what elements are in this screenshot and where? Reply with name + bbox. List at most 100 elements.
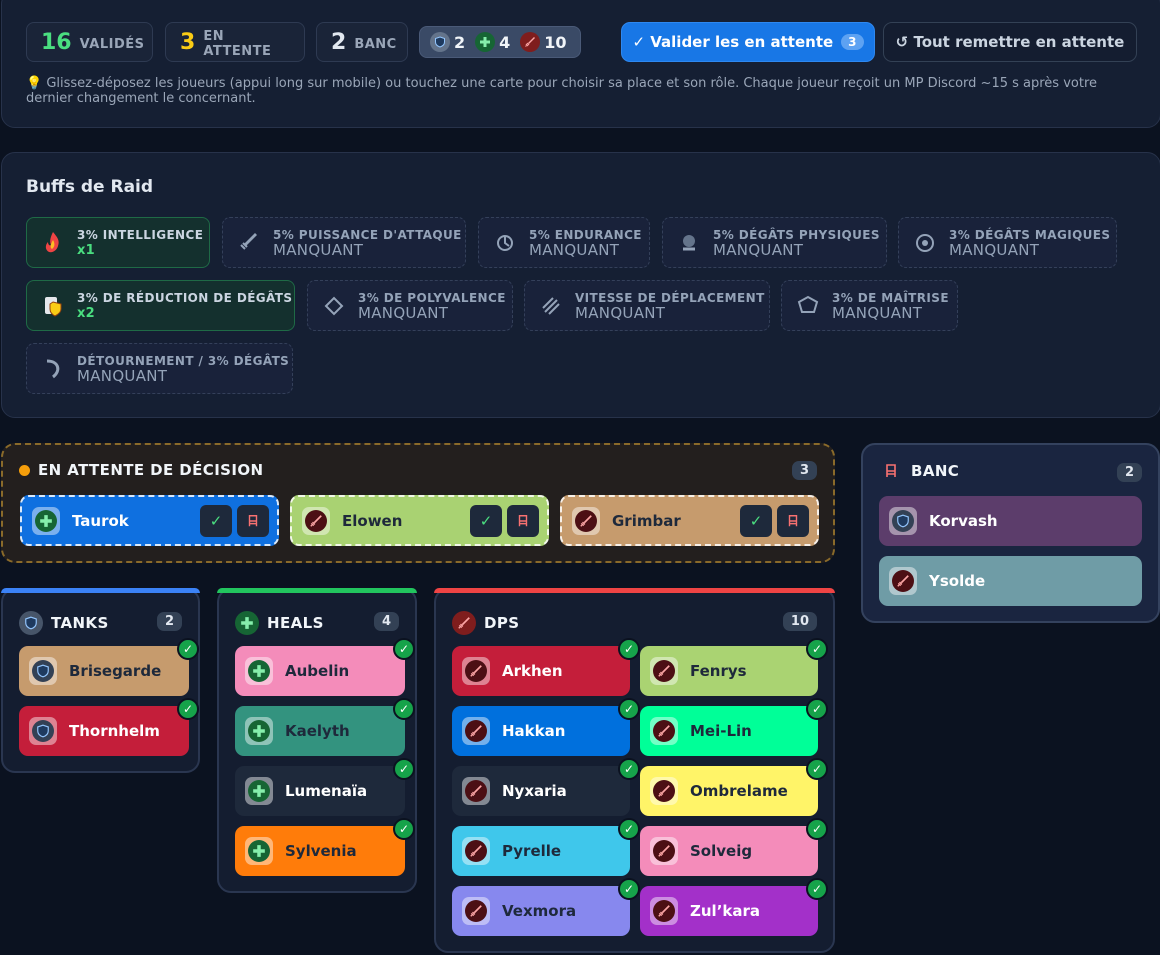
sword-icon: [302, 506, 330, 535]
heals-player-card[interactable]: Sylvenia ✓: [235, 818, 415, 876]
dps-player-card[interactable]: Arkhen ✓: [452, 638, 640, 696]
player-name: Nyxaria: [502, 782, 567, 800]
sword-icon: [650, 777, 678, 805]
pending-player-card[interactable]: Grimbar ✓: [560, 495, 819, 546]
buff-name: 3% DE RÉDUCTION DE DÉGÂTS: [77, 290, 293, 305]
chair-icon: [883, 463, 899, 479]
plus-icon: [245, 717, 273, 745]
dps-player-card[interactable]: Hakkan ✓: [452, 698, 640, 756]
player-name: Hakkan: [502, 722, 566, 740]
mastery-icon: [794, 292, 822, 320]
validated-check-icon: ✓: [618, 818, 640, 840]
heals-player-card[interactable]: Kaelyth ✓: [235, 698, 415, 756]
player-name: Sylvenia: [285, 842, 357, 860]
reset-all-button[interactable]: ↺ Tout remettre en attente: [883, 22, 1137, 62]
bench-title: BANC: [911, 462, 960, 480]
bench-button[interactable]: [237, 505, 269, 537]
dps-count-badge: 10: [782, 612, 817, 631]
validate-pending-button[interactable]: ✓ Valider les en attente 3: [621, 22, 875, 62]
chair-icon: [518, 515, 528, 527]
bench-section[interactable]: BANC 2 Korvash Ysolde: [861, 443, 1160, 623]
arcane-icon: [911, 229, 939, 257]
flame-icon: [39, 229, 67, 257]
dps-player-card[interactable]: Fenrys ✓: [640, 638, 828, 696]
validated-label: VALIDÉS: [79, 36, 145, 52]
sword-icon: [452, 611, 476, 635]
heals-accent: [217, 588, 417, 593]
validated-stat: 16 VALIDÉS: [26, 22, 153, 62]
accept-button[interactable]: ✓: [200, 505, 232, 537]
dps-player-card[interactable]: Nyxaria ✓: [452, 758, 640, 816]
role-counts: 2 4 10: [419, 26, 581, 58]
validated-check-icon: ✓: [618, 698, 640, 720]
tanks-player-card[interactable]: Brisegarde ✓: [19, 638, 199, 696]
heals-player-card[interactable]: Aubelin ✓: [235, 638, 415, 696]
buff-card: 3% DÉGÂTS MAGIQUES MANQUANT: [898, 217, 1117, 268]
pending-label: EN ATTENTE: [203, 29, 272, 59]
heals-count-badge: 4: [373, 612, 399, 631]
bench-count: 2: [331, 29, 347, 55]
dps-header: DPS: [452, 611, 519, 635]
buff-status: MANQUANT: [832, 303, 923, 322]
accept-button[interactable]: ✓: [470, 505, 502, 537]
buff-card: VITESSE DE DÉPLACEMENT MANQUANT: [524, 280, 770, 331]
tank-count: 2: [430, 32, 465, 52]
reset-all-label: ↺ Tout remettre en attente: [895, 33, 1125, 51]
tanks-column[interactable]: TANKS 2 Brisegarde ✓ Thornhelm ✓: [1, 588, 200, 773]
validated-check-icon: ✓: [806, 758, 828, 780]
player-name: Fenrys: [690, 662, 747, 680]
player-name: Lumenaïa: [285, 782, 368, 800]
fist-icon: [675, 229, 703, 257]
shield-scroll-icon: [39, 292, 67, 320]
player-name: Arkhen: [502, 662, 563, 680]
bench-button[interactable]: [777, 505, 809, 537]
bench-player-card[interactable]: Ysolde: [879, 556, 1142, 606]
pending-section[interactable]: EN ATTENTE DE DÉCISION 3 Taurok ✓ Elowen…: [1, 443, 835, 563]
validated-check-icon: ✓: [618, 638, 640, 660]
pending-player-card[interactable]: Taurok ✓: [20, 495, 279, 546]
buff-card: 5% PUISSANCE D'ATTAQUE MANQUANT: [222, 217, 466, 268]
buff-status: MANQUANT: [273, 240, 364, 259]
buff-card: 3% DE POLYVALENCE MANQUANT: [307, 280, 513, 331]
dps-player-card[interactable]: Ombrelame ✓: [640, 758, 828, 816]
heals-player-card[interactable]: Lumenaïa ✓: [235, 758, 415, 816]
pending-player-card[interactable]: Elowen ✓: [290, 495, 549, 546]
accept-button[interactable]: ✓: [740, 505, 772, 537]
sword-icon: [462, 777, 490, 805]
buff-card: 5% ENDURANCE MANQUANT: [478, 217, 650, 268]
dps-player-card[interactable]: Pyrelle ✓: [452, 818, 640, 876]
plus-icon: [245, 777, 273, 805]
validated-check-icon: ✓: [806, 818, 828, 840]
dps-player-card[interactable]: Solveig ✓: [640, 818, 828, 876]
buff-status: MANQUANT: [529, 240, 620, 259]
dps-column[interactable]: DPS 10 Arkhen ✓ Fenrys ✓ Hakkan ✓ Mei-Li…: [434, 588, 835, 953]
sword-icon: [462, 897, 490, 925]
raid-buffs-panel: Buffs de Raid 3% INTELLIGENCE x1 5% PUIS…: [1, 152, 1160, 418]
validated-check-icon: ✓: [177, 698, 199, 720]
player-name: Aubelin: [285, 662, 350, 680]
sword-icon: [889, 567, 917, 595]
validated-check-icon: ✓: [618, 758, 640, 780]
sword-icon: [235, 229, 263, 257]
player-name: Grimbar: [612, 511, 681, 530]
dps-accent: [434, 588, 835, 593]
shield-icon: [19, 611, 43, 635]
sword-icon: [462, 717, 490, 745]
bench-player-card[interactable]: Korvash: [879, 496, 1142, 546]
tanks-player-card[interactable]: Thornhelm ✓: [19, 698, 199, 756]
buff-status: MANQUANT: [949, 240, 1040, 259]
summary-panel: 16 VALIDÉS 3 EN ATTENTE 2 BANC 2 4 10 ✓ …: [1, 0, 1160, 128]
validated-check-icon: ✓: [393, 758, 415, 780]
validate-pending-count: 3: [841, 34, 864, 50]
pending-dot-icon: [19, 464, 30, 476]
plus-icon: [235, 611, 259, 635]
dps-player-card[interactable]: Mei-Lin ✓: [640, 698, 828, 756]
dps-player-card[interactable]: Zul’kara ✓: [640, 878, 828, 936]
dps-player-card[interactable]: Vexmora ✓: [452, 878, 640, 936]
player-name: Pyrelle: [502, 842, 562, 860]
player-name: Thornhelm: [69, 722, 160, 740]
heals-column[interactable]: HEALS 4 Aubelin ✓ Kaelyth ✓ Lumenaïa ✓ S…: [217, 588, 417, 893]
sword-icon: [650, 657, 678, 685]
bench-button[interactable]: [507, 505, 539, 537]
player-name: Vexmora: [502, 902, 577, 920]
